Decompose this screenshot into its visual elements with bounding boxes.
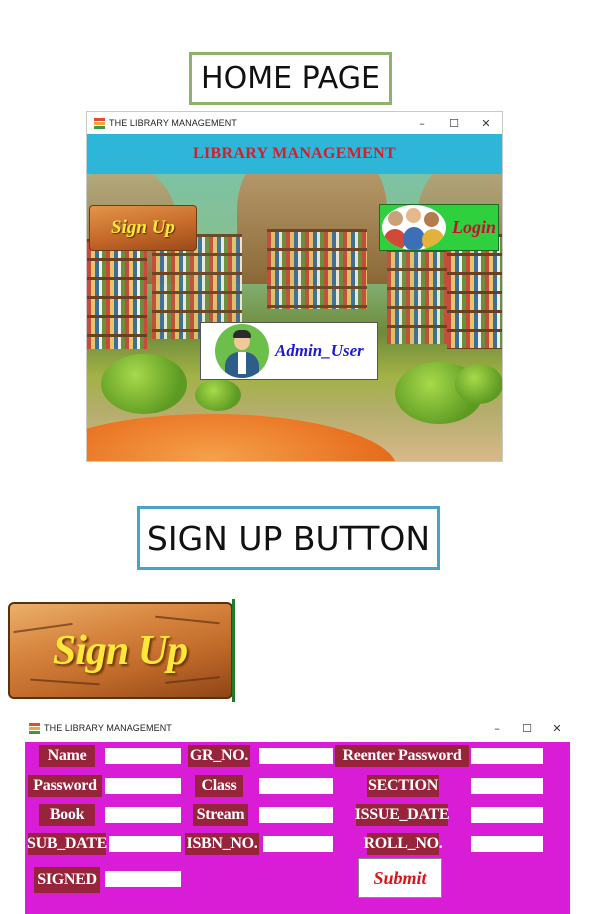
reenter-password-input[interactable] [471, 748, 543, 764]
minimize-icon[interactable]: – [482, 716, 512, 740]
login-label: Login [452, 217, 497, 237]
reenter-password-label: Reenter Password [335, 745, 469, 767]
books-icon [94, 117, 105, 129]
sign-up-zoomed-label: Sign Up [52, 627, 188, 674]
sign-up-button-zoomed[interactable]: Sign Up [5, 599, 235, 702]
home-page-caption: HOME PAGE [189, 52, 392, 105]
isbn-no-input[interactable] [263, 836, 333, 852]
gr-no-input[interactable] [259, 748, 333, 764]
close-icon[interactable]: ✕ [542, 716, 572, 740]
section-input[interactable] [471, 778, 543, 794]
window-title: THE LIBRARY MANAGEMENT [109, 118, 237, 128]
sign-up-button[interactable]: Sign Up [89, 205, 197, 251]
home-window-titlebar: THE LIBRARY MANAGEMENT – ☐ ✕ [87, 112, 502, 134]
sub-date-label: SUB_DATE [27, 833, 107, 855]
signup-window-titlebar: THE LIBRARY MANAGEMENT – ☐ ✕ [22, 716, 572, 740]
isbn-no-label: ISBN_NO. [185, 833, 259, 855]
password-input[interactable] [105, 778, 181, 794]
roll-no-label: ROLL_NO. [364, 833, 443, 855]
book-label: Book [39, 804, 95, 826]
users-group-icon [382, 205, 446, 250]
signup-window: THE LIBRARY MANAGEMENT – ☐ ✕ Name Passwo… [22, 716, 572, 914]
books-icon [29, 722, 40, 734]
class-input[interactable] [259, 778, 333, 794]
sign-up-label: Sign Up [111, 217, 175, 238]
maximize-icon[interactable]: ☐ [438, 112, 470, 134]
home-window: THE LIBRARY MANAGEMENT – ☐ ✕ LIBRARY MAN… [86, 111, 503, 462]
roll-no-input[interactable] [471, 836, 543, 852]
minimize-icon[interactable]: – [406, 112, 438, 134]
issue-date-label: ISSUE_DATE [355, 804, 450, 826]
sign-up-button-caption: SIGN UP BUTTON [137, 506, 440, 570]
stream-input[interactable] [259, 807, 333, 823]
gr-no-label: GR_NO. [188, 745, 250, 767]
library-background-image: Sign Up Login Admin_User [87, 174, 502, 461]
library-banner: LIBRARY MANAGEMENT [87, 134, 502, 174]
admin-user-label: Admin_User [275, 341, 364, 360]
window-title: THE LIBRARY MANAGEMENT [44, 723, 172, 733]
admin-user-button[interactable]: Admin_User [200, 322, 378, 380]
maximize-icon[interactable]: ☐ [512, 716, 542, 740]
password-label: Password [28, 775, 102, 797]
sub-date-input[interactable] [109, 836, 181, 852]
name-label: Name [39, 745, 95, 767]
name-input[interactable] [105, 748, 181, 764]
issue-date-input[interactable] [471, 807, 543, 823]
admin-avatar-icon [215, 324, 269, 378]
stream-label: Stream [193, 804, 248, 826]
signed-label: SIGNED [34, 867, 100, 893]
submit-button[interactable]: Submit [358, 858, 442, 898]
class-label: Class [195, 775, 243, 797]
book-input[interactable] [105, 807, 181, 823]
banner-title: LIBRARY MANAGEMENT [193, 145, 396, 162]
close-icon[interactable]: ✕ [470, 112, 502, 134]
signup-form: Name Password Book SUB_DATE SIGNED GR_NO… [25, 742, 570, 914]
signed-input[interactable] [105, 871, 181, 887]
login-button[interactable]: Login [379, 204, 499, 251]
section-label: SECTION [367, 775, 439, 797]
